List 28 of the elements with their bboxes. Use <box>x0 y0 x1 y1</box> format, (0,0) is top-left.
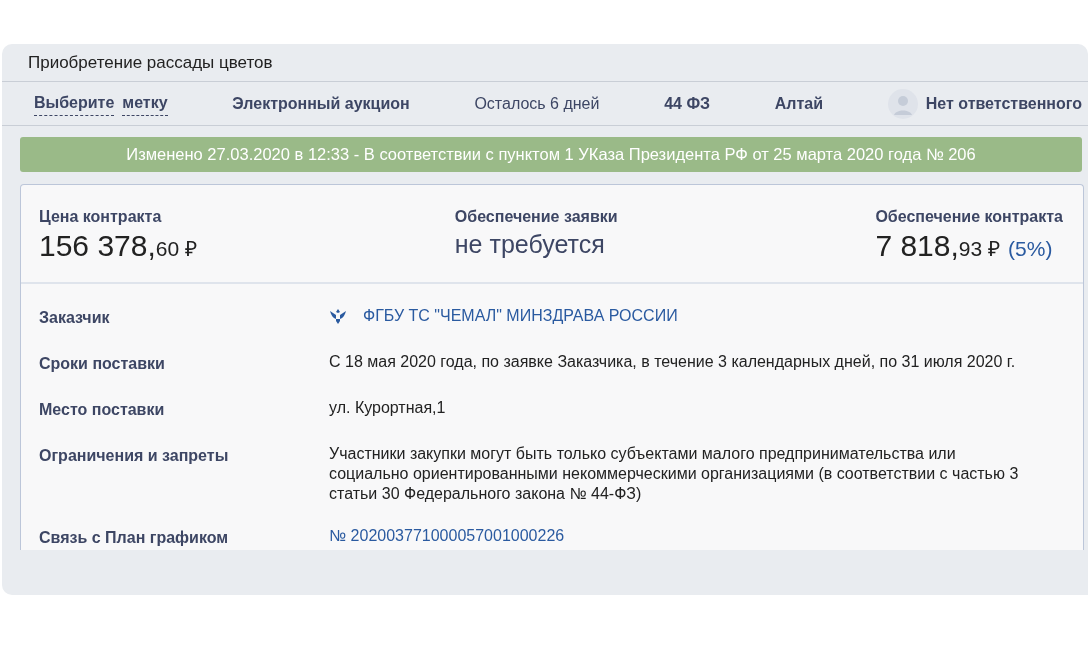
field-value: ул. Курортная,1 <box>329 398 447 419</box>
meta-text: Электронный аукцион <box>232 93 410 114</box>
field-label: Связь с План графиком <box>39 528 230 549</box>
summary-value: не требуется <box>454 228 606 259</box>
plan-link[interactable]: № 202003771000057001000226 <box>329 527 565 545</box>
field-value: С 18 мая 2020 года, по заявке Заказчика, в течение 3 календарных дней, по 31 июля 2020 г. <box>329 352 1017 373</box>
change-notice: Изменено 27.03.2020 в 12:33 - В соответствии с пунктом 1 УКаза Президента РФ от 25 марта 2020 года № 206 <box>20 137 1082 172</box>
price-value: 7 818,93 ₽ <box>875 228 1001 262</box>
meta-text: Осталось 6 дней <box>474 93 600 114</box>
field-value: Участники закупки могут быть только субъектами малого предпринимательства или социально ориентированными некоммерческими организациями (в соответствии с частью 3 статьи 30 Федерального закона № 44-ФЗ) <box>329 444 1020 505</box>
summary-label: Обеспечение заявки <box>454 206 618 227</box>
price-value: 156 378,60 ₽ <box>39 228 197 262</box>
tag-link[interactable]: метку <box>122 91 168 116</box>
meta-text: Алтай <box>774 93 824 114</box>
eagle-emblem-icon <box>329 307 347 326</box>
percent-link[interactable]: (5%) <box>1008 232 1053 265</box>
responsible-text: Нет ответственного <box>925 93 1082 114</box>
meta-text: 44 ФЗ <box>664 93 711 114</box>
summary-label: Обеспечение контракта <box>875 206 1063 227</box>
field-label: Ограничения и запреты <box>39 446 230 467</box>
tender-title: Приобретение рассады цветов <box>28 51 273 74</box>
avatar-icon <box>887 88 918 119</box>
tag-link[interactable]: Выберите <box>34 91 115 116</box>
customer-link[interactable]: ФГБУ ТС "ЧЕМАЛ" МИНЗДРАВА РОССИИ <box>363 306 678 327</box>
field-label: Сроки поставки <box>39 354 166 375</box>
field-label: Заказчик <box>39 308 111 329</box>
field-label: Место поставки <box>39 400 166 421</box>
summary-label: Цена контракта <box>39 206 163 227</box>
